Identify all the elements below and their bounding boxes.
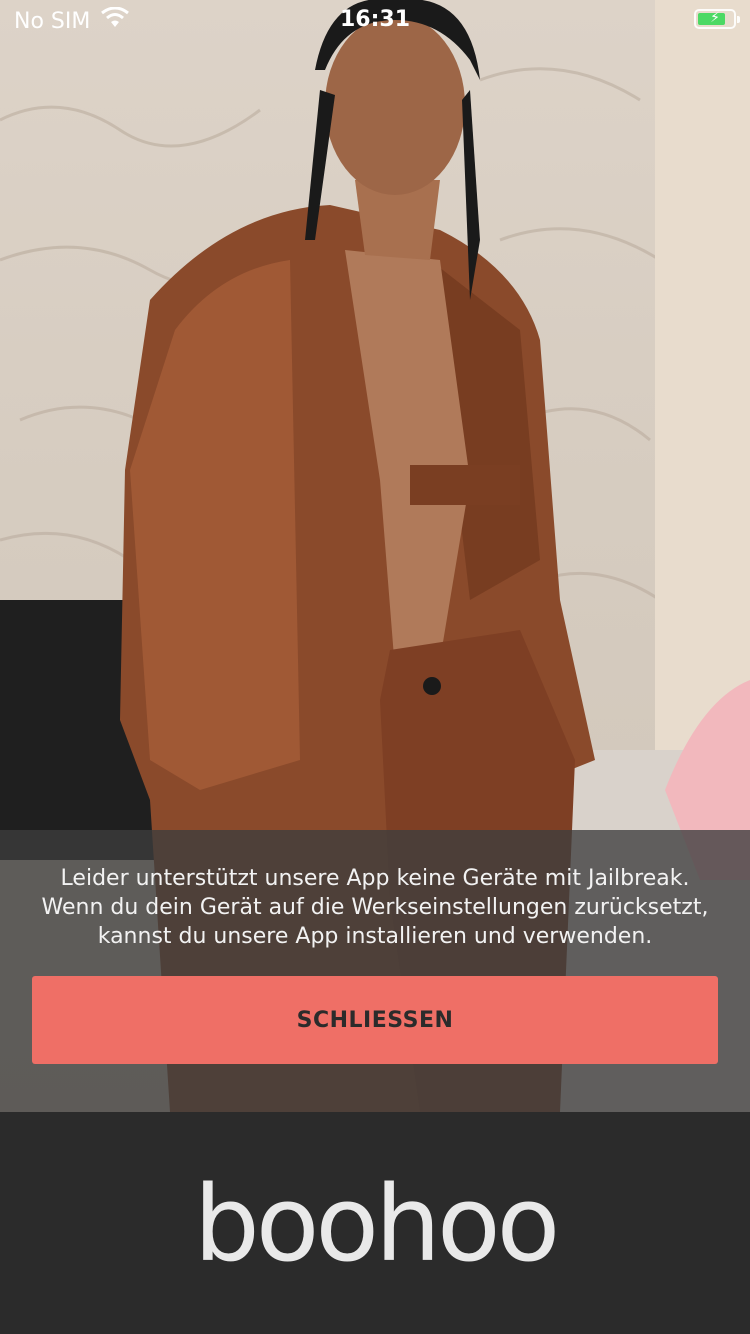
close-button[interactable]: SCHLIESSEN bbox=[32, 976, 718, 1064]
warning-message: Leider unterstützt unsere App keine Gerä… bbox=[41, 866, 709, 949]
status-bar: No SIM 16:31 ⚡ bbox=[0, 0, 750, 40]
app-screen: No SIM 16:31 ⚡ Leider unterstützt unsere… bbox=[0, 0, 750, 1334]
boohoo-logo: boohoo bbox=[193, 1163, 560, 1285]
brand-footer: boohoo bbox=[0, 1112, 750, 1334]
close-button-label: SCHLIESSEN bbox=[296, 1007, 454, 1033]
status-time: 16:31 bbox=[339, 7, 411, 32]
battery-charging-icon: ⚡ bbox=[694, 9, 740, 29]
charging-bolt-icon: ⚡ bbox=[710, 10, 720, 26]
jailbreak-warning-panel: Leider unterstützt unsere App keine Gerä… bbox=[0, 830, 750, 1112]
